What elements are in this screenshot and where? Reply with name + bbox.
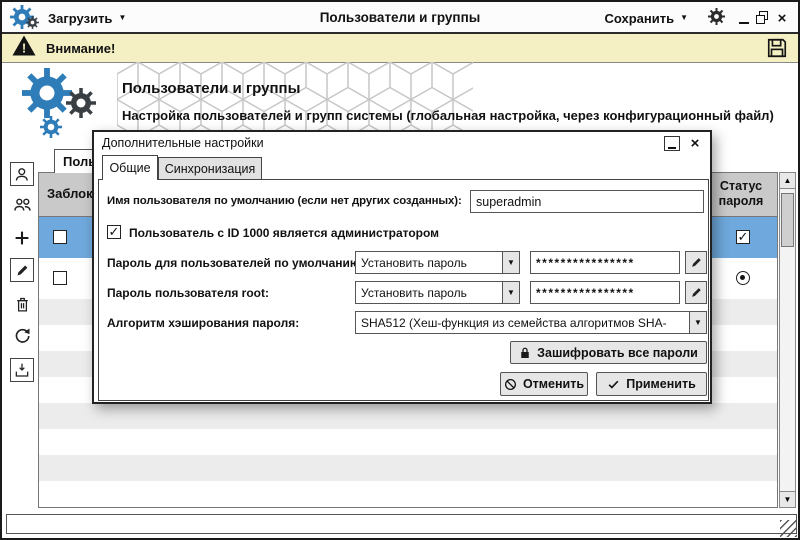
dialog-tab-sync-label: Синхронизация bbox=[165, 162, 256, 176]
window-maximize-button[interactable] bbox=[754, 9, 770, 27]
dialog-close-button[interactable]: × bbox=[687, 134, 703, 152]
default-password-mode-select[interactable]: Установить пароль ▼ bbox=[355, 251, 520, 274]
table-row[interactable] bbox=[39, 429, 777, 455]
hash-algorithm-label: Алгоритм хэширования пароля: bbox=[107, 316, 299, 330]
chevron-down-icon: ▼ bbox=[118, 14, 126, 22]
dialog-title: Дополнительные настройки bbox=[102, 136, 264, 150]
big-gear-icon bbox=[22, 68, 72, 123]
encrypt-all-passwords-button[interactable]: Зашифровать все пароли bbox=[510, 341, 707, 364]
window-minimize-button[interactable] bbox=[736, 9, 752, 27]
trash-icon bbox=[14, 296, 31, 313]
root-password-mode-select[interactable]: Установить пароль ▼ bbox=[355, 281, 520, 304]
chevron-down-icon: ▼ bbox=[502, 282, 519, 303]
default-password-mode-value: Установить пароль bbox=[356, 252, 502, 273]
status-bar bbox=[6, 514, 797, 534]
table-row[interactable] bbox=[39, 403, 777, 429]
small-gear-icon bbox=[40, 116, 62, 143]
default-username-label: Имя пользователя по умолчанию (если нет … bbox=[107, 195, 462, 207]
vertical-scrollbar[interactable]: ▲ ▼ bbox=[779, 172, 796, 508]
chevron-down-icon: ▼ bbox=[680, 14, 688, 22]
group-icon bbox=[13, 195, 32, 214]
root-password-input[interactable] bbox=[530, 281, 680, 304]
cancel-icon bbox=[504, 378, 517, 391]
cancel-button[interactable]: Отменить bbox=[500, 372, 588, 396]
save-menu-label: Сохранить bbox=[604, 11, 674, 26]
user-icon bbox=[14, 166, 31, 183]
pencil-icon bbox=[690, 286, 703, 299]
plus-icon bbox=[13, 229, 31, 247]
check-icon bbox=[607, 378, 620, 391]
check-icon: ✓ bbox=[737, 231, 749, 243]
row-blocked-checkbox[interactable] bbox=[53, 271, 67, 285]
save-to-file-button[interactable] bbox=[766, 37, 788, 59]
dialog-tab-sync[interactable]: Синхронизация bbox=[158, 157, 262, 180]
default-password-edit-button[interactable] bbox=[685, 251, 707, 274]
page-title: Пользователи и группы bbox=[122, 80, 300, 97]
hash-algorithm-select[interactable]: SHA512 (Хеш-функция из семейства алгорит… bbox=[355, 311, 707, 334]
apply-button[interactable]: Применить bbox=[596, 372, 707, 396]
root-password-edit-button[interactable] bbox=[685, 281, 707, 304]
root-password-label: Пароль пользователя root: bbox=[107, 286, 269, 300]
dialog-tab-general-label: Общие bbox=[109, 161, 150, 175]
warning-text: Внимание! bbox=[46, 41, 115, 56]
chevron-down-icon: ▼ bbox=[689, 312, 706, 333]
chevron-down-icon: ▼ bbox=[502, 252, 519, 273]
import-button[interactable] bbox=[10, 358, 34, 382]
refresh-button[interactable] bbox=[10, 324, 34, 348]
default-password-input[interactable] bbox=[530, 251, 680, 274]
apply-label: Применить bbox=[626, 377, 696, 391]
lock-icon bbox=[519, 346, 531, 360]
dialog-minimize-button[interactable] bbox=[664, 136, 680, 151]
edit-button[interactable] bbox=[10, 258, 34, 282]
warning-bar: ! Внимание! bbox=[2, 34, 798, 63]
settings-gear-button[interactable] bbox=[708, 8, 724, 26]
app-window: Загрузить ▼ Пользователи и группы Сохран… bbox=[0, 0, 800, 540]
default-password-label: Пароль для пользователей по умолчанию: bbox=[107, 256, 364, 270]
radio-dot bbox=[740, 275, 745, 280]
root-password-mode-value: Установить пароль bbox=[356, 282, 502, 303]
refresh-icon bbox=[13, 327, 31, 345]
save-menu-button[interactable]: Сохранить ▼ bbox=[604, 7, 688, 29]
dialog-body: Имя пользователя по умолчанию (если нет … bbox=[98, 179, 709, 401]
load-menu-label: Загрузить bbox=[48, 11, 112, 26]
row-password-status-radio[interactable] bbox=[736, 271, 750, 285]
scroll-down-button[interactable]: ▼ bbox=[780, 491, 795, 507]
hash-algorithm-value: SHA512 (Хеш-функция из семейства алгорит… bbox=[356, 312, 689, 333]
add-button[interactable] bbox=[10, 226, 34, 250]
table-row[interactable] bbox=[39, 455, 777, 481]
admin-id1000-label: Пользователь с ID 1000 является админист… bbox=[129, 226, 439, 240]
row-blocked-checkbox[interactable] bbox=[53, 230, 67, 244]
column-header-blocked: Заблок bbox=[47, 186, 93, 201]
add-user-button[interactable] bbox=[10, 162, 34, 186]
row-password-status-checkbox[interactable]: ✓ bbox=[736, 230, 750, 244]
resize-grip[interactable] bbox=[780, 520, 797, 537]
load-menu-button[interactable]: Загрузить ▼ bbox=[48, 7, 126, 29]
scroll-up-button[interactable]: ▲ bbox=[780, 173, 795, 189]
download-icon bbox=[14, 362, 30, 378]
window-close-button[interactable]: × bbox=[774, 9, 790, 27]
scrollbar-thumb[interactable] bbox=[781, 193, 794, 247]
delete-button[interactable] bbox=[10, 292, 34, 316]
app-logo-small-gear-icon bbox=[26, 16, 39, 34]
groups-button[interactable] bbox=[10, 192, 34, 216]
dialog-tab-general[interactable]: Общие bbox=[102, 155, 158, 180]
warning-icon: ! bbox=[12, 35, 36, 61]
hexagon-pattern bbox=[117, 62, 473, 138]
column-header-password-status: Статус пароля bbox=[706, 179, 776, 209]
page-subtitle: Настройка пользователей и групп системы … bbox=[122, 108, 774, 123]
default-username-input[interactable] bbox=[470, 190, 704, 213]
advanced-settings-dialog: Дополнительные настройки × Общие Синхрон… bbox=[92, 130, 712, 404]
encrypt-all-passwords-label: Зашифровать все пароли bbox=[537, 346, 698, 360]
table-row[interactable] bbox=[39, 481, 777, 507]
svg-text:!: ! bbox=[22, 41, 26, 56]
medium-gear-icon bbox=[66, 88, 96, 123]
titlebar: Загрузить ▼ Пользователи и группы Сохран… bbox=[2, 2, 798, 34]
pencil-icon bbox=[15, 263, 30, 278]
check-icon: ✓ bbox=[108, 226, 120, 238]
admin-id1000-checkbox[interactable]: ✓ bbox=[107, 225, 121, 239]
pencil-icon bbox=[690, 256, 703, 269]
cancel-label: Отменить bbox=[523, 377, 584, 391]
